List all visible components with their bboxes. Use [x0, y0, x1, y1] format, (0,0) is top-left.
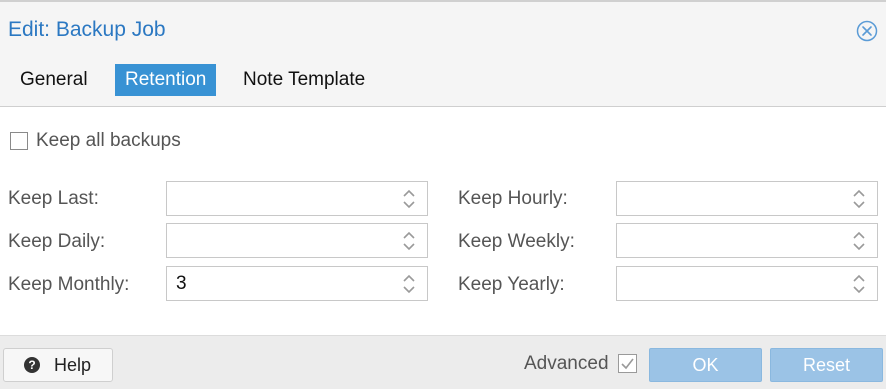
- ok-button[interactable]: OK: [649, 348, 762, 382]
- keep-yearly-field: [616, 266, 878, 301]
- keep-monthly-spinner-icon[interactable]: [401, 273, 417, 295]
- keep-hourly-input[interactable]: [617, 182, 843, 215]
- tab-bar: General Retention Note Template: [0, 58, 886, 107]
- dialog-header: Edit: Backup Job: [0, 2, 886, 58]
- close-icon[interactable]: [856, 20, 878, 42]
- reset-button[interactable]: Reset: [770, 348, 883, 382]
- keep-yearly-label: Keep Yearly:: [458, 274, 565, 295]
- keep-weekly-field: [616, 223, 878, 258]
- keep-last-input[interactable]: [167, 182, 393, 215]
- keep-last-label: Keep Last:: [8, 188, 99, 209]
- help-button[interactable]: ? Help: [3, 348, 113, 382]
- tab-retention[interactable]: Retention: [115, 64, 217, 96]
- keep-all-backups-row: Keep all backups: [10, 130, 181, 152]
- keep-hourly-label: Keep Hourly:: [458, 188, 568, 209]
- question-circle-icon: ?: [24, 357, 40, 373]
- keep-yearly-spinner-icon[interactable]: [851, 273, 867, 295]
- backup-job-dialog: Edit: Backup Job General Retention Note …: [0, 0, 886, 389]
- keep-daily-spinner-icon[interactable]: [401, 230, 417, 252]
- keep-weekly-label: Keep Weekly:: [458, 231, 575, 252]
- dialog-footer: ? Help Advanced OK Reset: [0, 335, 886, 389]
- keep-monthly-field: [166, 266, 428, 301]
- tab-note-template[interactable]: Note Template: [233, 64, 375, 96]
- keep-daily-input[interactable]: [167, 224, 393, 257]
- advanced-checkbox[interactable]: [618, 354, 638, 374]
- keep-yearly-input[interactable]: [617, 267, 843, 300]
- keep-weekly-spinner-icon[interactable]: [851, 230, 867, 252]
- retention-panel: Keep all backups Keep Last: Keep Hourly:…: [0, 107, 886, 335]
- keep-daily-label: Keep Daily:: [8, 231, 106, 252]
- keep-monthly-input[interactable]: [167, 267, 393, 300]
- help-button-label: Help: [54, 354, 92, 375]
- dialog-title: Edit: Backup Job: [8, 18, 166, 41]
- keep-daily-field: [166, 223, 428, 258]
- keep-hourly-spinner-icon[interactable]: [851, 188, 867, 210]
- keep-all-backups-label[interactable]: Keep all backups: [36, 130, 181, 152]
- keep-hourly-field: [616, 181, 878, 216]
- keep-last-spinner-icon[interactable]: [401, 188, 417, 210]
- advanced-label[interactable]: Advanced: [524, 353, 609, 375]
- keep-weekly-input[interactable]: [617, 224, 843, 257]
- keep-monthly-label: Keep Monthly:: [8, 274, 130, 295]
- keep-all-backups-checkbox[interactable]: [10, 132, 28, 150]
- tab-general[interactable]: General: [10, 64, 98, 96]
- keep-last-field: [166, 181, 428, 216]
